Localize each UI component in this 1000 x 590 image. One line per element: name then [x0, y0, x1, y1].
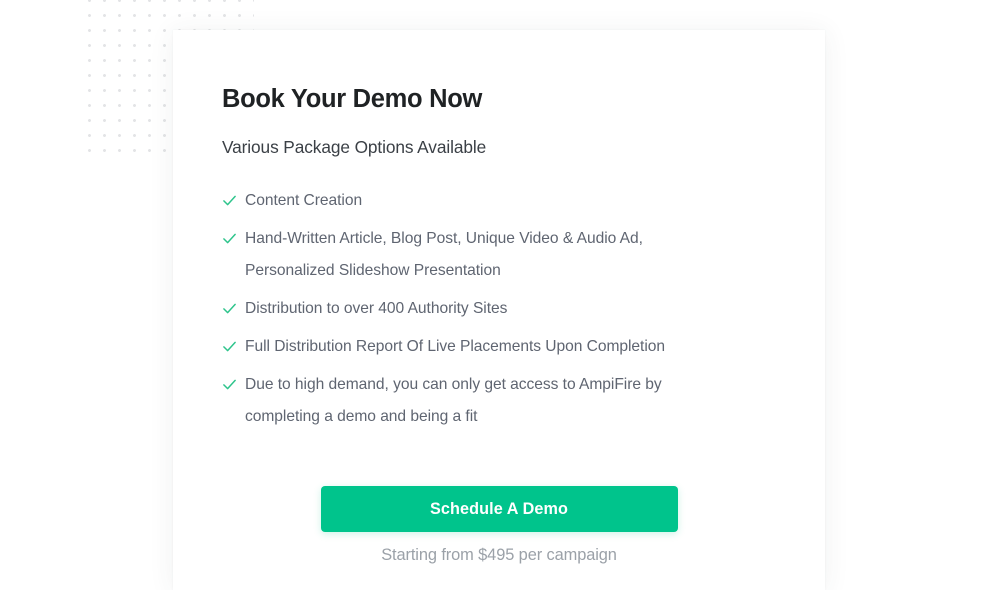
page-title: Book Your Demo Now — [222, 85, 483, 113]
check-icon — [222, 193, 237, 208]
schedule-demo-button[interactable]: Schedule A Demo — [320, 486, 678, 533]
cta-section: Schedule A Demo Starting from $495 per c… — [222, 439, 776, 566]
list-item-label: Distribution to over 400 Authority Sites — [245, 300, 508, 318]
list-item-label: Content Creation — [245, 192, 363, 210]
list-item: Hand-Written Article, Blog Post, Unique … — [222, 223, 725, 287]
list-item: Content Creation — [222, 185, 725, 217]
list-item: Due to high demand, you can only get acc… — [222, 369, 725, 433]
list-item-label: Due to high demand, you can only get acc… — [245, 376, 662, 426]
demo-booking-card: Book Your Demo Now Various Package Optio… — [173, 30, 825, 590]
feature-list: Content Creation Hand-Written Article, B… — [222, 157, 776, 433]
page-subtitle: Various Package Options Available — [222, 136, 487, 157]
check-icon — [222, 339, 237, 354]
price-note: Starting from $495 per campaign — [381, 546, 617, 565]
list-item-label: Full Distribution Report Of Live Placeme… — [245, 338, 666, 356]
list-item-label: Hand-Written Article, Blog Post, Unique … — [245, 230, 643, 280]
check-icon — [222, 377, 237, 392]
list-item: Distribution to over 400 Authority Sites — [222, 293, 725, 325]
list-item: Full Distribution Report Of Live Placeme… — [222, 331, 725, 363]
check-icon — [222, 301, 237, 316]
check-icon — [222, 231, 237, 246]
card-content: Book Your Demo Now Various Package Optio… — [222, 30, 776, 567]
